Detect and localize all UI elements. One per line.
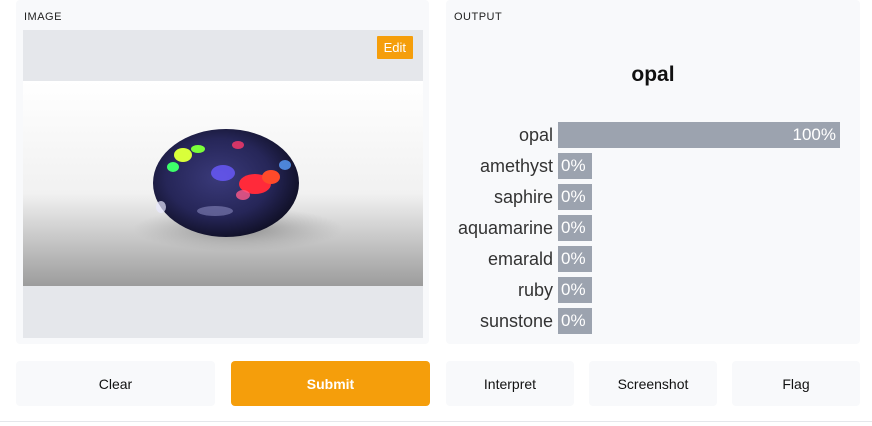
confidence-value: 100% (792, 125, 836, 144)
footer-divider (0, 421, 872, 422)
result-label: aquamarine (457, 218, 553, 238)
submit-button[interactable]: Submit (231, 361, 430, 406)
result-row: aquamarine 0% (446, 215, 860, 241)
result-row: sunstone 0% (446, 308, 860, 334)
result-label: sunstone (479, 311, 553, 331)
confidence-value: 0% (561, 249, 586, 268)
edit-button[interactable]: Edit (376, 36, 413, 59)
confidence-value: 0% (561, 187, 586, 206)
result-row: opal 100% (446, 122, 860, 148)
result-row: emarald 0% (446, 246, 860, 272)
result-label: saphire (493, 187, 553, 207)
result-label: amethyst (479, 156, 553, 176)
flag-button[interactable]: Flag (732, 361, 860, 406)
screenshot-button[interactable]: Screenshot (589, 361, 717, 406)
confidence-value: 0% (561, 280, 586, 299)
result-label: opal (518, 125, 553, 145)
result-row: saphire 0% (446, 184, 860, 210)
result-row: ruby 0% (446, 277, 860, 303)
interpret-button[interactable]: Interpret (446, 361, 574, 406)
confidence-value: 0% (561, 218, 586, 237)
output-panel: OUTPUT opal opal 100% amethyst 0% saphir… (446, 0, 860, 344)
image-input-panel: IMAGE Edit (16, 0, 429, 344)
confidence-value: 0% (561, 311, 586, 330)
result-label: emarald (487, 249, 553, 269)
image-upload-area[interactable]: Edit (23, 30, 423, 338)
result-label: ruby (517, 280, 553, 300)
confidence-value: 0% (561, 156, 586, 175)
clear-button[interactable]: Clear (16, 361, 215, 406)
predicted-label: opal (631, 63, 675, 86)
opal-photo (23, 81, 423, 286)
image-panel-label: IMAGE (24, 11, 62, 23)
result-row: amethyst 0% (446, 153, 860, 179)
output-panel-label: OUTPUT (454, 11, 503, 23)
